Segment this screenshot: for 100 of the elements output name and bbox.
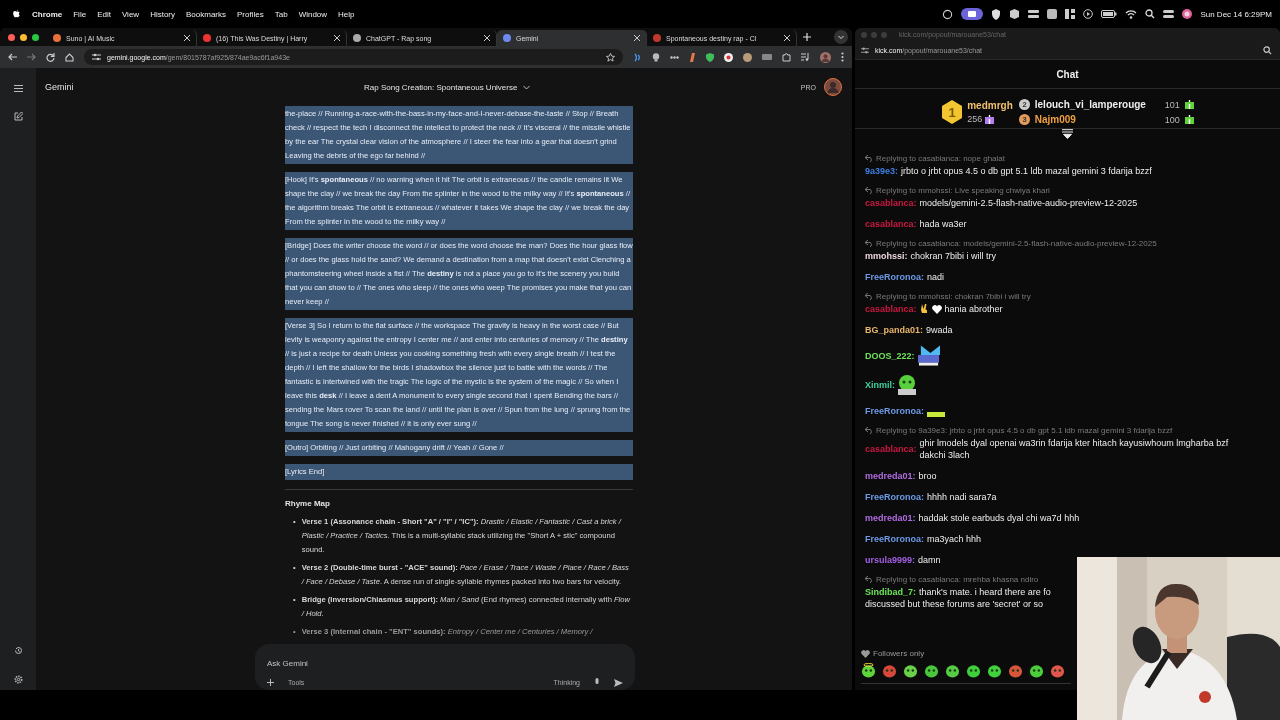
edit-icon[interactable] — [13, 112, 23, 121]
status-icon[interactable] — [942, 8, 954, 20]
gift-icon — [1184, 115, 1194, 124]
control-center-icon[interactable] — [1163, 9, 1175, 19]
chat-username[interactable]: medreda01: — [865, 512, 916, 524]
menu-item[interactable]: Help — [338, 9, 355, 19]
settings-icon[interactable] — [13, 675, 23, 684]
emote-icon[interactable] — [1050, 663, 1065, 678]
menu-icon[interactable] — [13, 85, 23, 92]
emote-icon[interactable] — [903, 663, 918, 678]
emote-icon[interactable] — [861, 663, 876, 678]
forward-icon[interactable] — [27, 53, 36, 61]
close-window-button[interactable] — [8, 33, 15, 41]
chat-message: ma3yach hhh — [927, 533, 982, 545]
chat-username[interactable]: DOOS_222: — [865, 349, 915, 362]
wifi-icon[interactable] — [1125, 9, 1138, 19]
play-icon[interactable] — [1083, 9, 1094, 19]
chat-username[interactable]: Sindibad_7: — [865, 586, 916, 598]
more-icon[interactable] — [670, 55, 679, 59]
send-icon[interactable] — [614, 678, 623, 687]
chat-username[interactable]: ursula9999: — [865, 554, 916, 566]
kebab-menu-icon[interactable] — [841, 52, 844, 62]
chat-username[interactable]: 9a39e3: — [865, 165, 899, 177]
close-icon[interactable] — [334, 35, 340, 41]
site-settings-icon[interactable] — [861, 46, 869, 54]
chat-username[interactable]: FreeRoronoa: — [865, 271, 924, 283]
zoom-icon[interactable] — [1263, 45, 1272, 55]
chat-username[interactable]: FreeRoronoa: — [865, 491, 924, 503]
menu-item[interactable]: History — [150, 9, 175, 19]
screen-share-icon[interactable] — [961, 8, 984, 20]
emote-icon[interactable] — [1029, 663, 1044, 678]
star-icon[interactable] — [606, 52, 615, 62]
new-tab-icon[interactable] — [803, 33, 811, 41]
emote-icon[interactable] — [945, 663, 960, 678]
chat-username[interactable]: medreda01: — [865, 470, 916, 482]
battery-icon[interactable] — [1101, 10, 1118, 18]
chat-username[interactable]: FreeRoronoa: — [865, 404, 924, 417]
extension-icon[interactable] — [633, 52, 642, 62]
reply-icon — [865, 293, 873, 300]
chat-username[interactable]: BG_panda01: — [865, 324, 924, 336]
siri-icon[interactable] — [1182, 9, 1193, 19]
extension-icon[interactable] — [689, 52, 696, 62]
bulb-icon[interactable] — [652, 52, 660, 62]
microphone-icon[interactable] — [594, 678, 600, 687]
close-icon[interactable] — [484, 35, 490, 41]
gift-count: 256 — [967, 114, 983, 124]
menu-item[interactable]: Profiles — [237, 9, 264, 19]
chat-username[interactable]: casablanca: — [865, 303, 917, 315]
emote-icon[interactable] — [924, 663, 939, 678]
search-icon[interactable] — [1145, 9, 1156, 19]
reload-icon[interactable] — [46, 52, 55, 62]
history-icon[interactable] — [13, 646, 23, 655]
emote-icon — [898, 375, 916, 395]
chat-username[interactable]: casablanca: — [865, 197, 917, 209]
plus-icon[interactable] — [267, 679, 274, 686]
chat-header: Chat — [855, 60, 1280, 89]
reply-text: Replying to casablanca: nope ghalat — [876, 154, 1005, 163]
app-icon[interactable] — [1047, 9, 1058, 19]
close-icon[interactable] — [784, 35, 790, 41]
chat-username[interactable]: FreeRoronoa: — [865, 533, 924, 545]
shield-icon[interactable] — [991, 8, 1002, 20]
box-icon[interactable] — [1009, 9, 1021, 19]
avatar-icon[interactable] — [824, 78, 842, 96]
leaderboard-name[interactable]: Najm009 — [1034, 114, 1076, 125]
apple-icon[interactable] — [12, 9, 21, 19]
menu-item[interactable]: File — [73, 9, 87, 19]
chat-username[interactable]: Xinmil: — [865, 379, 895, 391]
avatar-icon[interactable] — [820, 51, 831, 63]
close-icon[interactable] — [184, 35, 190, 41]
chat-username[interactable]: casablanca: — [865, 218, 917, 230]
prompt-field[interactable]: Ask Gemini — [267, 659, 467, 668]
home-icon[interactable] — [65, 52, 74, 62]
caret-icon[interactable] — [834, 30, 848, 44]
site-settings-icon[interactable] — [92, 53, 101, 61]
leaderboard-name[interactable]: medmrgh — [967, 100, 1013, 111]
grid-icon[interactable] — [1065, 9, 1076, 19]
close-icon[interactable] — [634, 35, 640, 41]
menu-item[interactable]: View — [121, 9, 140, 19]
minimize-window-button[interactable] — [20, 33, 27, 41]
media-icon[interactable] — [801, 53, 810, 61]
shield-icon[interactable] — [706, 52, 714, 62]
clock[interactable]: Sun Dec 14 6:29PM — [1200, 9, 1272, 19]
emote-icon[interactable] — [987, 663, 1002, 678]
zoom-window-button[interactable] — [32, 33, 39, 41]
layers-icon[interactable] — [1028, 9, 1040, 19]
menu-item[interactable]: Bookmarks — [186, 9, 227, 19]
emote-icon[interactable] — [966, 663, 981, 678]
collapse-icon[interactable] — [1062, 129, 1073, 139]
back-icon[interactable] — [8, 53, 17, 61]
emote-icon[interactable] — [1008, 663, 1023, 678]
menu-item[interactable]: Edit — [97, 9, 111, 19]
chat-username[interactable]: mmohssi: — [865, 250, 908, 262]
menu-item[interactable]: Window — [298, 9, 328, 19]
leaderboard-name[interactable]: lelouch_vi_lamperouge — [1034, 99, 1146, 110]
chat-username[interactable]: casablanca: — [865, 443, 917, 455]
menu-item[interactable]: Chrome — [32, 9, 63, 19]
chat-title-dropdown[interactable]: Rap Song Creation: Spontaneous Universe — [364, 82, 531, 92]
record-icon[interactable] — [724, 52, 733, 62]
emote-icon[interactable] — [882, 663, 897, 678]
menu-item[interactable]: Tab — [274, 9, 288, 19]
